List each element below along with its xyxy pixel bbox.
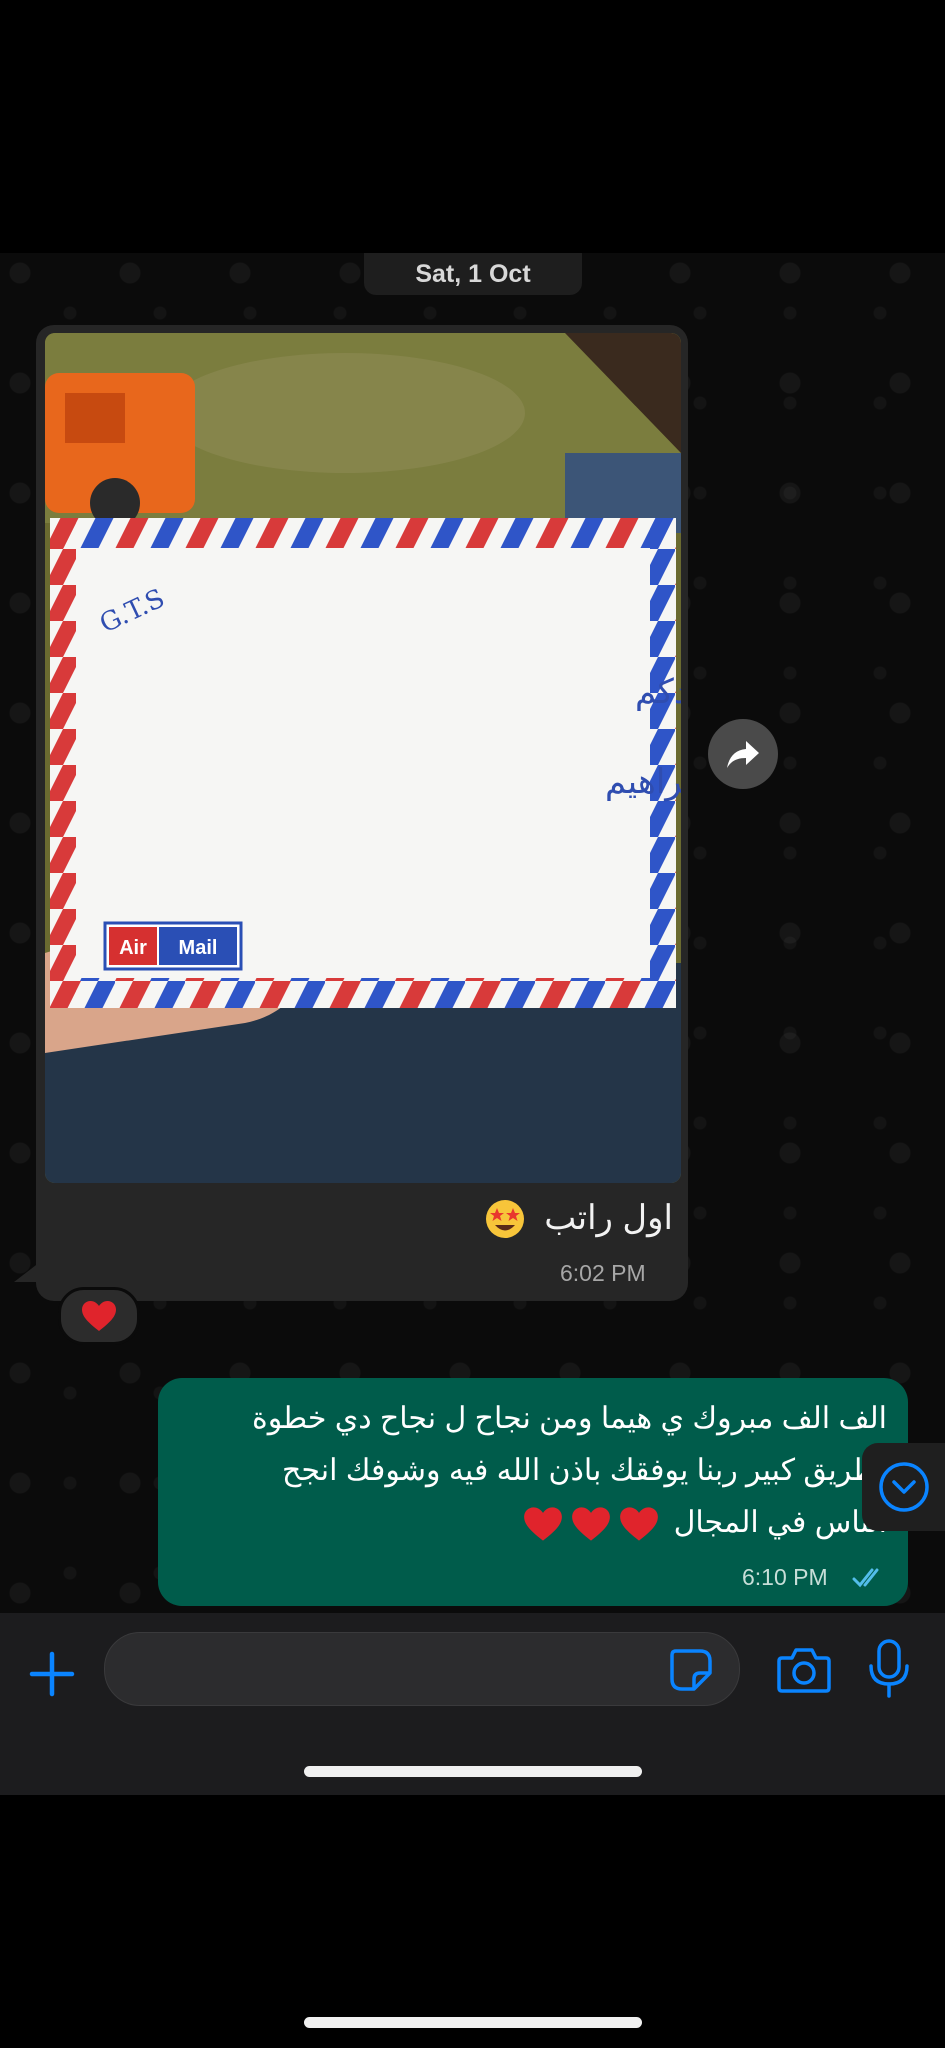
red-heart-icon bbox=[82, 1301, 116, 1331]
microphone-icon[interactable] bbox=[866, 1638, 912, 1700]
airmail-label-left: Air bbox=[119, 937, 147, 959]
red-heart-icon bbox=[572, 1507, 611, 1541]
red-heart-icon bbox=[524, 1507, 563, 1541]
outgoing-timestamp: 6:10 PM bbox=[742, 1564, 828, 1590]
handwriting-name: م / محمد ابراهيم bbox=[605, 762, 681, 802]
home-indicator[interactable] bbox=[304, 1766, 642, 1777]
date-separator: Sat, 1 Oct bbox=[364, 253, 582, 295]
message-photo[interactable]: Air Mail G.T.S شكرا لمجهودكم م / محمد اب… bbox=[45, 333, 681, 1183]
handwriting-thanks: شكرا لمجهودكم bbox=[635, 672, 681, 712]
star-struck-emoji-icon bbox=[486, 1200, 524, 1238]
camera-icon[interactable] bbox=[776, 1644, 832, 1696]
envelope-photo: Air Mail G.T.S شكرا لمجهودكم م / محمد اب… bbox=[45, 333, 681, 1183]
forward-icon bbox=[727, 741, 759, 768]
plus-icon[interactable] bbox=[24, 1646, 80, 1702]
read-receipt-icon bbox=[852, 1568, 879, 1588]
chevron-down-circle-icon bbox=[878, 1462, 929, 1512]
reaction-badge[interactable] bbox=[58, 1287, 140, 1345]
sticker-icon[interactable] bbox=[668, 1647, 714, 1693]
message-caption: اول راتب bbox=[544, 1199, 673, 1237]
scroll-to-bottom-button[interactable] bbox=[862, 1443, 945, 1531]
outgoing-message-text-container: الف الف مبروك ي هيما ومن نجاح ل نجاح دي … bbox=[227, 1393, 887, 1549]
incoming-bubble-tail bbox=[14, 1262, 40, 1282]
airmail-label-right: Mail bbox=[179, 937, 218, 959]
home-indicator-outer[interactable] bbox=[304, 2017, 642, 2028]
incoming-timestamp: 6:02 PM bbox=[560, 1260, 646, 1286]
red-heart-icon bbox=[620, 1507, 659, 1541]
message-input[interactable] bbox=[104, 1632, 740, 1706]
forward-button[interactable] bbox=[708, 719, 778, 789]
hearts-row bbox=[523, 1506, 659, 1542]
date-label: Sat, 1 Oct bbox=[415, 259, 531, 288]
